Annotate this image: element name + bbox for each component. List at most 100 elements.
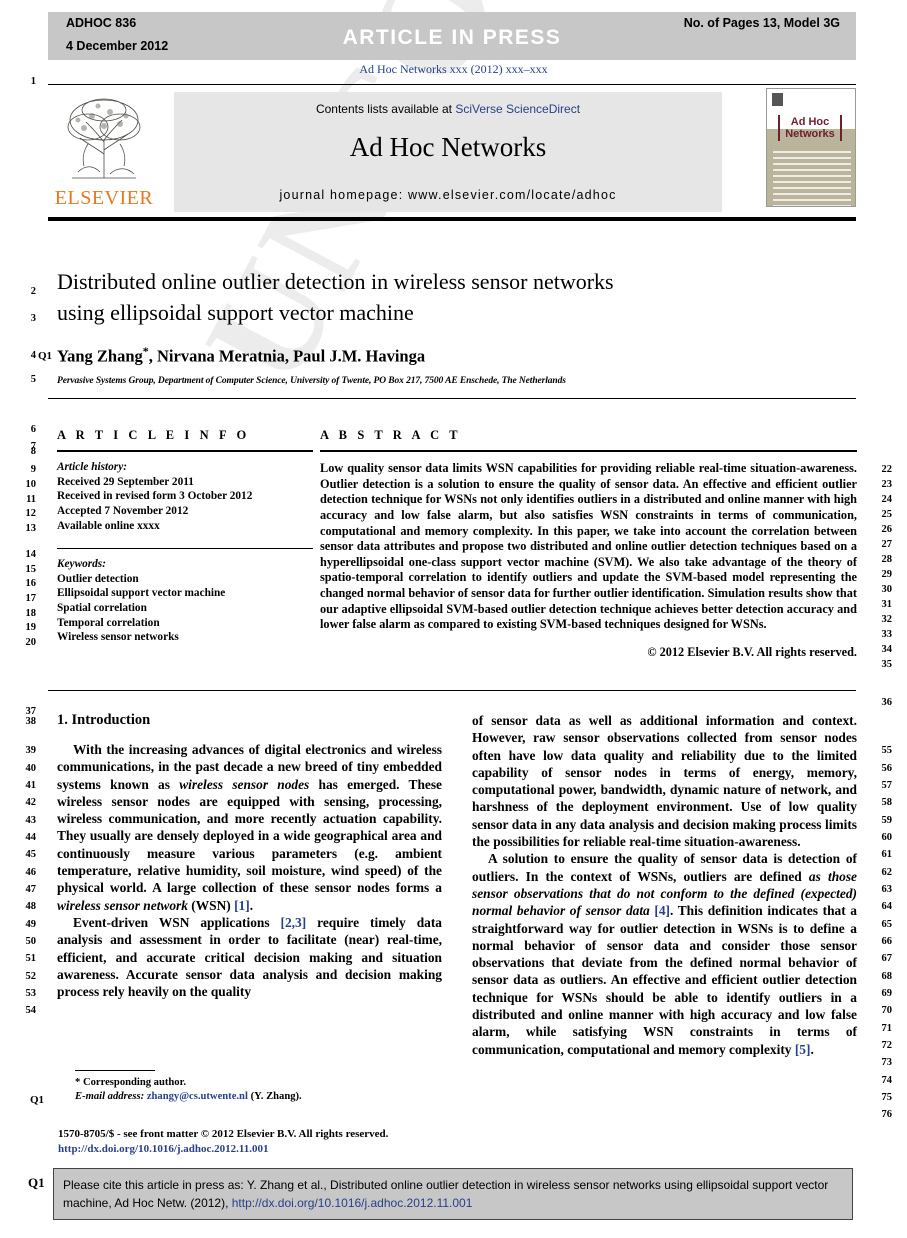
line-number-right: 56 (881, 763, 893, 774)
line-number-right: 65 (881, 919, 893, 930)
line-number-left: 51 (25, 953, 37, 964)
line-number-left: 17 (25, 593, 37, 604)
line-number-left: 19 (25, 622, 37, 633)
masthead-center-panel: Contents lists available at SciVerse Sci… (174, 92, 722, 212)
line-number-left: 13 (25, 523, 37, 534)
article-info-heading: A R T I C L E I N F O (57, 428, 250, 442)
line-number-right: 55 (881, 745, 893, 756)
pages-model-info: No. of Pages 13, Model 3G (683, 16, 840, 30)
corresponding-author-note: * Corresponding author. (75, 1077, 186, 1088)
imprint-block: 1570-8705/$ - see front matter © 2012 El… (58, 1127, 458, 1156)
title-line-1: Distributed online outlier detection in … (57, 269, 614, 294)
citation-ref[interactable]: [4] (654, 903, 670, 918)
line-number-right: 66 (881, 936, 893, 947)
article-info-rule (57, 450, 313, 453)
line-number-left: 47 (25, 884, 37, 895)
citation-ref[interactable]: [1] (234, 898, 250, 913)
author-list: Yang Zhang*, Nirvana Meratnia, Paul J.M.… (57, 344, 847, 367)
cover-text-lines (773, 151, 851, 206)
running-head: Ad Hoc Networks xxx (2012) xxx–xxx (359, 62, 548, 76)
line-number-right: 74 (881, 1075, 893, 1086)
line-number-left: 4 (30, 350, 36, 361)
line-number-left: 48 (25, 901, 37, 912)
line-number-right: 33 (881, 629, 893, 640)
query-tag: Q1 (38, 350, 53, 362)
page-title: Distributed online outlier detection in … (57, 266, 847, 328)
line-number-right: 70 (881, 1005, 893, 1016)
line-number-left: 12 (25, 508, 37, 519)
contents-available-line: Contents lists available at SciVerse Sci… (174, 102, 722, 116)
email-owner: (Y. Zhang). (250, 1091, 302, 1102)
body-column-right: of sensor data as well as additional inf… (472, 712, 857, 1058)
journal-cover-thumbnail: Ad Hoc Networks (766, 88, 856, 207)
line-number-left: 1 (30, 76, 36, 87)
line-number-right: 31 (881, 599, 893, 610)
line-number-right: 25 (881, 509, 893, 520)
line-number-left: 49 (25, 919, 37, 930)
keyword-item: Ellipsoidal support vector machine (57, 587, 226, 600)
cite-this-article-box: Please cite this article in press as: Y.… (53, 1168, 853, 1220)
line-number-right: 73 (881, 1057, 893, 1068)
doi-link[interactable]: http://dx.doi.org/10.1016/j.adhoc.2012.1… (58, 1142, 458, 1157)
footnote-block: * Corresponding author. E-mail address: … (75, 1076, 455, 1104)
contents-prefix: Contents lists available at (315, 102, 456, 116)
journal-homepage[interactable]: journal homepage: www.elsevier.com/locat… (174, 188, 722, 202)
query-tag: Q1 (30, 1094, 45, 1106)
title-bottom-rule (48, 398, 856, 399)
title-block: Distributed online outlier detection in … (57, 266, 847, 386)
line-number-left: 6 (30, 424, 36, 435)
history-item: Accepted 7 November 2012 (57, 504, 189, 517)
line-number-right: 76 (881, 1109, 893, 1120)
footnote-rule (75, 1070, 155, 1071)
affiliation: Pervasive Systems Group, Department of C… (57, 375, 566, 386)
copyright-line: © 2012 Elsevier B.V. All rights reserved… (647, 644, 857, 659)
line-number-right: 36 (881, 697, 893, 708)
email-note: E-mail address: zhangy@cs.utwente.nl (Y.… (75, 1090, 455, 1104)
citation-ref[interactable]: [5] (795, 1042, 811, 1057)
cover-badge: Ad Hoc Networks (778, 115, 842, 141)
line-number-left: 40 (25, 763, 37, 774)
line-number-right: 28 (881, 554, 893, 565)
keyword-item: Spatial correlation (57, 601, 147, 614)
title-line-2: using ellipsoidal support vector machine (57, 300, 414, 325)
line-number-left: 14 (25, 549, 37, 560)
keyword-item: Temporal correlation (57, 616, 160, 629)
email-link[interactable]: zhangy@cs.utwente.nl (147, 1091, 248, 1102)
paragraph: A solution to ensure the quality of sens… (472, 851, 857, 1057)
line-number-right: 71 (881, 1023, 893, 1034)
line-number-right: 63 (881, 884, 893, 895)
line-number-right: 24 (881, 494, 893, 505)
abstract-heading: A B S T R A C T (320, 428, 462, 442)
article-history-block: Article history: Received 29 September 2… (57, 460, 313, 533)
cover-publisher-icon (772, 93, 783, 106)
article-info-column: A R T I C L E I N F O Article history: R… (57, 428, 313, 645)
sciencedirect-link[interactable]: SciVerse ScienceDirect (455, 102, 580, 116)
line-number-right: 62 (881, 867, 893, 878)
elsevier-wordmark: ELSEVIER (54, 187, 154, 209)
line-number-left: 42 (25, 797, 37, 808)
masthead-top-rule (48, 84, 856, 85)
journal-title: Ad Hoc Networks (349, 132, 547, 162)
cite-doi-link[interactable]: http://dx.doi.org/10.1016/j.adhoc.2012.1… (232, 1196, 473, 1210)
line-number-right: 59 (881, 815, 893, 826)
line-number-left: 38 (25, 716, 37, 727)
line-number-left: 20 (25, 637, 37, 648)
line-number-left: 10 (25, 479, 37, 490)
keyword-item: Outlier detection (57, 572, 139, 585)
line-number-right: 72 (881, 1040, 893, 1051)
line-number-left: 52 (25, 971, 37, 982)
line-number-left: 9 (30, 464, 36, 475)
line-number-left: 39 (25, 745, 37, 756)
history-item: Received in revised form 3 October 2012 (57, 490, 253, 503)
masthead-bottom-rule (48, 217, 856, 221)
line-number-right: 60 (881, 832, 893, 843)
line-number-left: 3 (30, 313, 36, 324)
line-number-right: 57 (881, 780, 893, 791)
journal-masthead: ELSEVIER Contents lists available at Sci… (48, 84, 856, 221)
line-number-right: 29 (881, 569, 893, 580)
line-number-right: 68 (881, 971, 893, 982)
line-number-right: 67 (881, 953, 893, 964)
citation-ref[interactable]: [2,3] (281, 915, 307, 930)
line-number-left: 16 (25, 578, 37, 589)
article-history-label: Article history: (57, 461, 127, 474)
